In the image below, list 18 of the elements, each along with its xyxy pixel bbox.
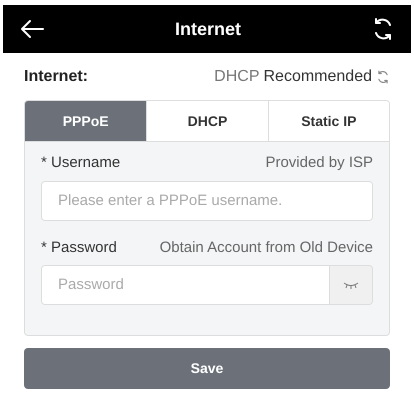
tab[interactable]: DHCP bbox=[146, 101, 268, 141]
closed-eye-icon bbox=[343, 281, 359, 289]
tab[interactable]: Static IP bbox=[268, 101, 389, 141]
mode-text: DHCP bbox=[214, 67, 260, 87]
password-field[interactable]: Password bbox=[41, 265, 330, 305]
back-button[interactable] bbox=[19, 18, 45, 40]
hint-text: Provided by ISP bbox=[265, 153, 373, 173]
username-field[interactable]: Please enter a PPPoE username. bbox=[41, 180, 373, 220]
internet-label: Internet: bbox=[24, 67, 88, 87]
save-button[interactable]: Save bbox=[24, 348, 390, 389]
tab[interactable]: PPPoE bbox=[25, 101, 146, 141]
refresh-icon[interactable] bbox=[376, 70, 390, 84]
page-title: Internet bbox=[174, 18, 241, 40]
recommended-text: Recommended bbox=[264, 67, 372, 87]
hint-text: Obtain Account from Old Device bbox=[160, 238, 373, 258]
back-arrow-icon bbox=[19, 19, 45, 39]
field-label: * Username bbox=[41, 153, 120, 173]
field-label: * Password bbox=[41, 238, 117, 258]
